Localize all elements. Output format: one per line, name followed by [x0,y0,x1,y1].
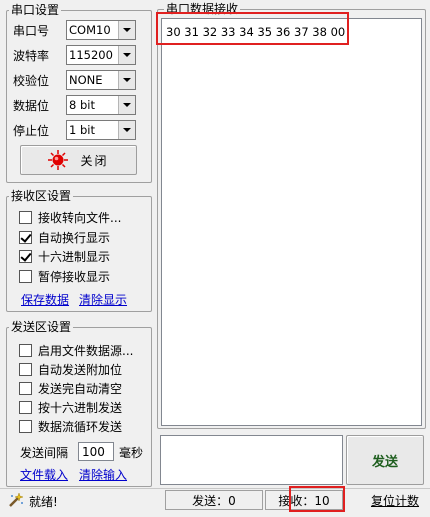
data-bits-value: 8 bit [69,98,95,112]
wand-icon [9,492,24,507]
option-hex-display[interactable]: 十六进制显示 [19,248,110,265]
option-auto-clear[interactable]: 发送完自动清空 [19,380,122,397]
send-textarea[interactable] [160,435,343,485]
baud-label: 波特率 [13,48,50,63]
checkbox[interactable] [19,344,32,357]
parity-row: 校验位 [7,69,59,91]
checkbox[interactable] [19,231,32,244]
checkbox[interactable] [19,382,32,395]
parity-label: 校验位 [13,73,50,88]
option-hex-send[interactable]: 按十六进制发送 [19,399,122,416]
receive-area-title: 串口数据接收 [164,1,241,17]
chevron-down-icon[interactable] [118,121,135,139]
chevron-down-icon[interactable] [118,71,135,89]
checkbox[interactable] [19,211,32,224]
baud-select[interactable]: 115200 [66,45,136,65]
chevron-down-icon[interactable] [118,96,135,114]
option-file-source[interactable]: 启用文件数据源... [19,342,133,359]
port-row: 串口号 [7,19,59,41]
option-auto-wrap[interactable]: 自动换行显示 [19,229,110,246]
send-button[interactable]: 发送 [346,435,424,485]
receive-settings-group: 接收区设置 接收转向文件... 自动换行显示 十六进制显示 暂停接收显示 保存数… [6,188,152,312]
option-pause-display[interactable]: 暂停接收显示 [19,268,110,285]
option-label: 十六进制显示 [38,250,111,264]
option-label: 按十六进制发送 [38,401,123,415]
receive-settings-title: 接收区设置 [9,188,74,204]
parity-select[interactable]: NONE [66,70,136,90]
send-settings-group: 发送区设置 启用文件数据源... 自动发送附加位 发送完自动清空 按十六进制发送… [6,319,152,487]
stop-bits-select[interactable]: 1 bit [66,120,136,140]
serial-settings-group: 串口设置 串口号 COM10 波特率 115200 校验位 NONE 数据位 8… [6,2,152,183]
checkbox[interactable] [19,420,32,433]
interval-label: 发送间隔 [20,446,69,460]
received-data: 30 31 32 33 34 35 36 37 38 00 [166,25,346,39]
option-receive-to-file[interactable]: 接收转向文件... [19,209,121,226]
save-data-link[interactable]: 保存数据 [21,291,69,308]
data-bits-label: 数据位 [13,98,50,113]
stop-bits-label: 停止位 [13,123,50,138]
port-label: 串口号 [13,23,50,38]
interval-value: 100 [82,444,105,459]
sent-count: 发送：0 [192,493,236,508]
receive-textarea[interactable]: 30 31 32 33 34 35 36 37 38 00 [161,18,422,426]
checkbox[interactable] [19,363,32,376]
option-label: 启用文件数据源... [38,344,134,358]
baud-value: 115200 [69,48,113,62]
clear-input-link[interactable]: 清除输入 [79,466,127,483]
interval-unit: 毫秒 [119,446,144,460]
option-label: 数据流循环发送 [38,420,123,434]
load-file-link[interactable]: 文件载入 [20,466,68,483]
received-count: 接收：10 [278,493,330,508]
checkbox[interactable] [19,401,32,414]
option-label: 暂停接收显示 [38,270,111,284]
receive-area-group: 串口数据接收 30 31 32 33 34 35 36 37 38 00 [157,1,426,429]
sent-count-cell: 发送：0 [165,490,263,510]
option-label: 自动换行显示 [38,231,111,245]
chevron-down-icon[interactable] [118,21,135,39]
reset-count-button[interactable]: 复位计数 [364,490,426,510]
chevron-down-icon[interactable] [118,46,135,64]
send-settings-title: 发送区设置 [9,319,74,335]
parity-value: NONE [69,73,103,87]
option-loop-send[interactable]: 数据流循环发送 [19,418,122,435]
port-value: COM10 [69,23,111,37]
data-bits-row: 数据位 [7,94,59,116]
option-label: 接收转向文件... [38,211,122,225]
received-count-cell: 接收：10 [265,490,343,510]
stop-bits-value: 1 bit [69,123,95,137]
close-port-button[interactable]: 关闭 [20,145,137,175]
send-button-label: 发送 [371,454,398,470]
checkbox[interactable] [19,250,32,263]
status-ready-text: 就绪! [29,495,58,509]
port-select[interactable]: COM10 [66,20,136,40]
data-bits-select[interactable]: 8 bit [66,95,136,115]
status-indicator-icon [48,150,69,170]
baud-row: 波特率 [7,44,59,66]
clear-display-link[interactable]: 清除显示 [79,291,127,308]
serial-settings-title: 串口设置 [9,2,62,18]
checkbox[interactable] [19,270,32,283]
option-label: 发送完自动清空 [38,382,123,396]
interval-input[interactable]: 100 [78,442,114,461]
option-label: 自动发送附加位 [38,363,123,377]
close-port-label: 关闭 [80,153,109,168]
stop-bits-row: 停止位 [7,119,59,141]
reset-count-label: 复位计数 [370,493,419,508]
option-auto-append[interactable]: 自动发送附加位 [19,361,122,378]
